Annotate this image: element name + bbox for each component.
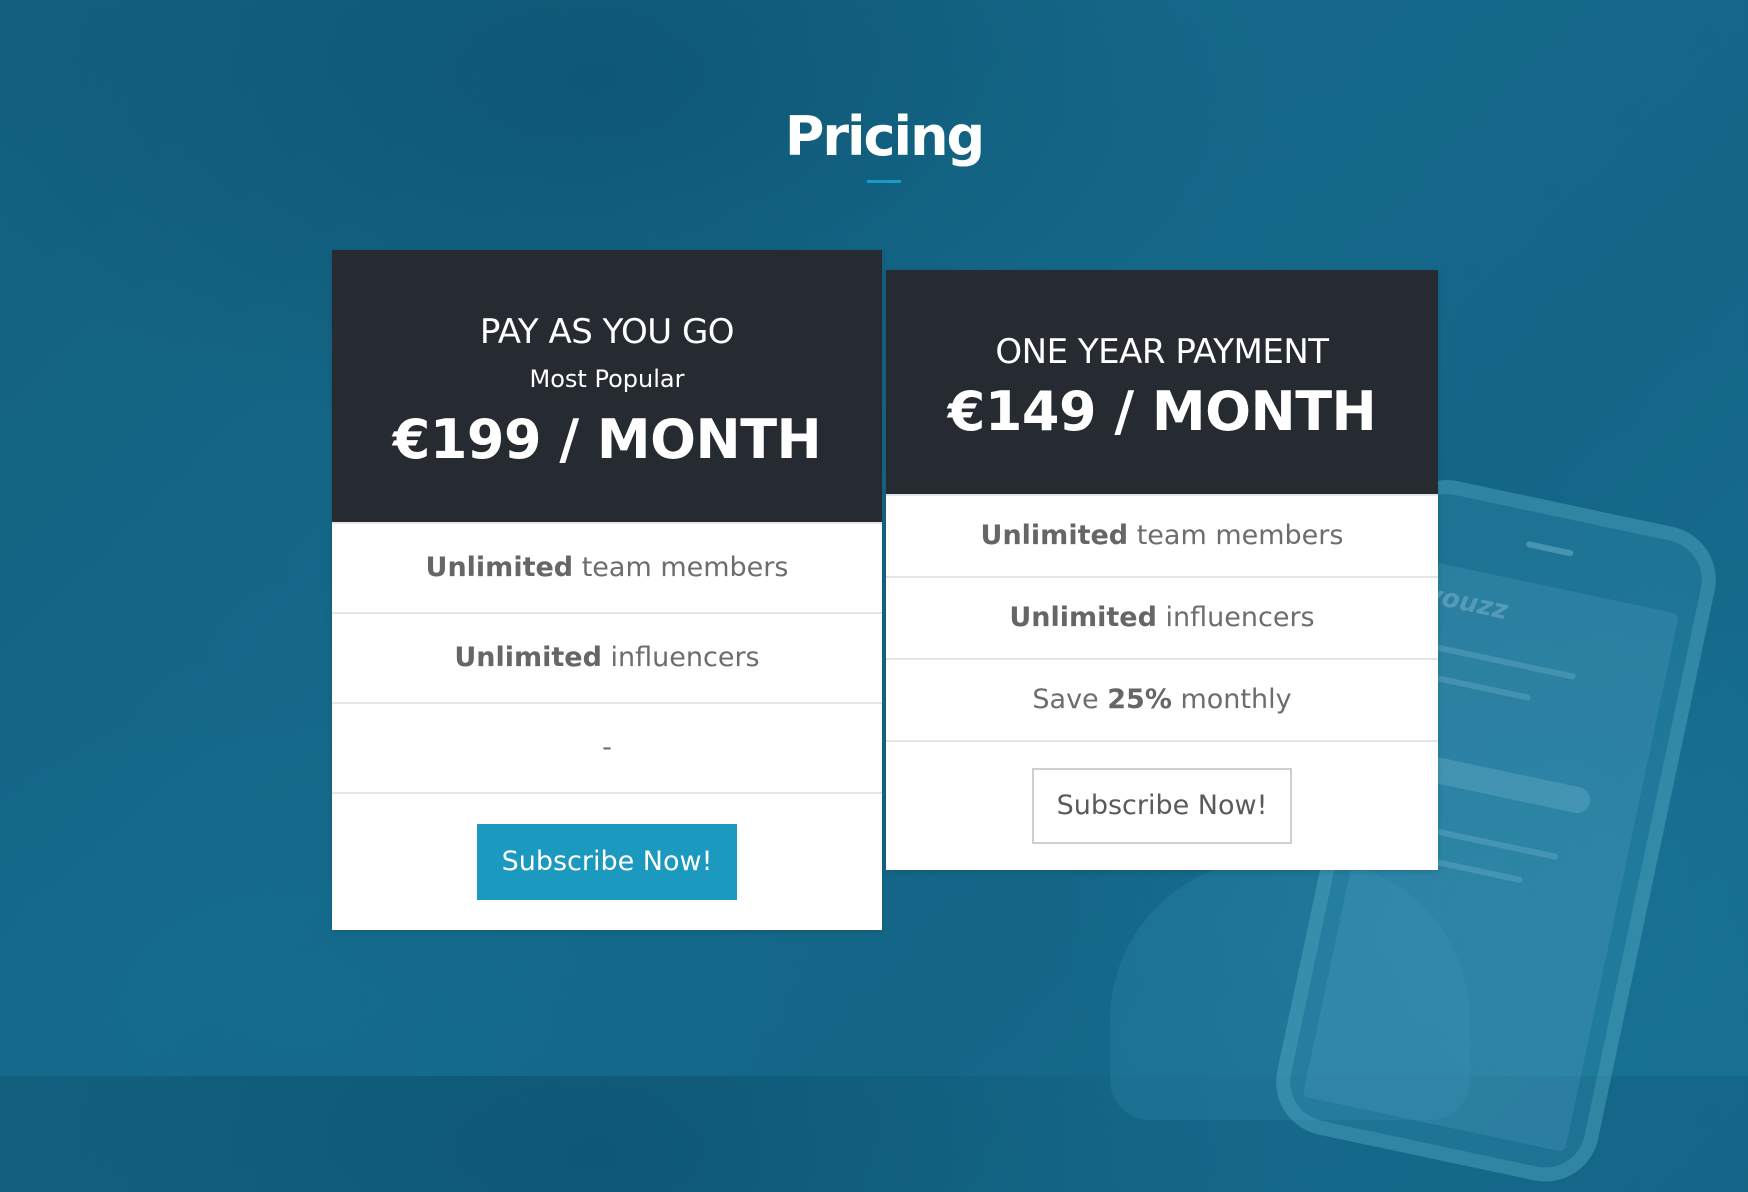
phone-screen-line: [1418, 640, 1577, 680]
feature-text: -: [602, 732, 612, 763]
feature-bold: Unlimited: [425, 552, 574, 583]
subscribe-button[interactable]: Subscribe Now!: [477, 824, 737, 900]
feature-text: influencers: [1156, 602, 1315, 633]
button-row: Subscribe Now!: [332, 792, 882, 928]
feature-text: monthly: [1171, 684, 1292, 715]
feature-text: team members: [1128, 520, 1344, 551]
button-row: Subscribe Now!: [886, 740, 1438, 868]
plan-name: ONE YEAR PAYMENT: [995, 332, 1329, 372]
feature-bold: Unlimited: [980, 520, 1129, 551]
feature-bold: 25%: [1107, 684, 1172, 715]
pricing-card-pay-as-you-go: PAY AS YOU GO Most Popular €199 / MONTH …: [332, 250, 882, 930]
feature-row: Save 25% monthly: [886, 658, 1438, 740]
card-header: ONE YEAR PAYMENT €149 / MONTH: [886, 270, 1438, 494]
plan-name: PAY AS YOU GO: [479, 312, 735, 352]
card-header: PAY AS YOU GO Most Popular €199 / MONTH: [332, 250, 882, 522]
feature-text: team members: [573, 552, 789, 583]
feature-row: Unlimited influencers: [332, 612, 882, 702]
feature-bold: Unlimited: [454, 642, 602, 673]
plan-price: €199 / MONTH: [392, 408, 822, 471]
title-underline: [867, 180, 901, 183]
feature-row: Unlimited team members: [886, 494, 1438, 576]
feature-row: Unlimited team members: [332, 522, 882, 612]
feature-text: influencers: [601, 642, 760, 673]
feature-bold: Unlimited: [1009, 602, 1157, 633]
feature-prefix: Save: [1032, 684, 1108, 715]
plan-tag: Most Popular: [529, 365, 685, 393]
plan-price: €149 / MONTH: [947, 380, 1377, 443]
feature-row: Unlimited influencers: [886, 576, 1438, 658]
subscribe-button[interactable]: Subscribe Now!: [1032, 768, 1292, 844]
phone-speaker: [1525, 540, 1574, 557]
section-title: Pricing: [784, 105, 985, 168]
feature-row: -: [332, 702, 882, 792]
pricing-card-one-year: ONE YEAR PAYMENT €149 / MONTH Unlimited …: [886, 270, 1438, 870]
